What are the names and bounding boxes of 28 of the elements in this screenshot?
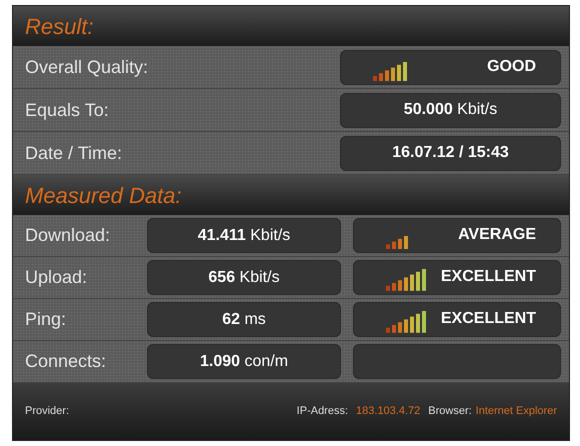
rating-text: GOOD xyxy=(487,56,536,76)
signal-icon xyxy=(373,62,407,80)
signal-icon xyxy=(386,269,426,291)
field-label: Download: xyxy=(25,224,112,247)
field-label: Upload: xyxy=(25,266,88,289)
section-title: Result: xyxy=(25,12,94,40)
field-label: Equals To: xyxy=(25,98,110,122)
rating-text: EXCELLENT xyxy=(440,309,536,329)
field-label: Date / Time: xyxy=(25,142,124,164)
value-text: 16.07.12 / 15:43 xyxy=(392,143,509,163)
rating-text: AVERAGE xyxy=(458,225,536,245)
ip-address: 183.103.4.72 xyxy=(356,404,420,420)
value-text: 41.411 Kbit/s xyxy=(198,226,290,246)
provider-label: Provider: xyxy=(25,404,70,420)
signal-icon xyxy=(386,311,426,333)
value-text: 1.090 con/m xyxy=(200,352,288,372)
rating-text: EXCELLENT xyxy=(440,267,536,287)
value-text: 656 Kbit/s xyxy=(208,268,280,288)
signal-icon xyxy=(386,236,408,249)
value-text: 50.000 Kbit/s xyxy=(404,100,498,120)
field-label: Ping: xyxy=(25,308,68,331)
browser-label: Browser: xyxy=(428,404,472,420)
ip-label: IP-Adress: xyxy=(296,404,348,420)
section-title: Measured Data: xyxy=(25,182,182,210)
field-label: Connects: xyxy=(25,350,108,373)
field-label: Overall Quality: xyxy=(25,56,150,79)
browser-name: Internet Explorer xyxy=(476,404,557,420)
value-text: 62 ms xyxy=(222,310,266,330)
